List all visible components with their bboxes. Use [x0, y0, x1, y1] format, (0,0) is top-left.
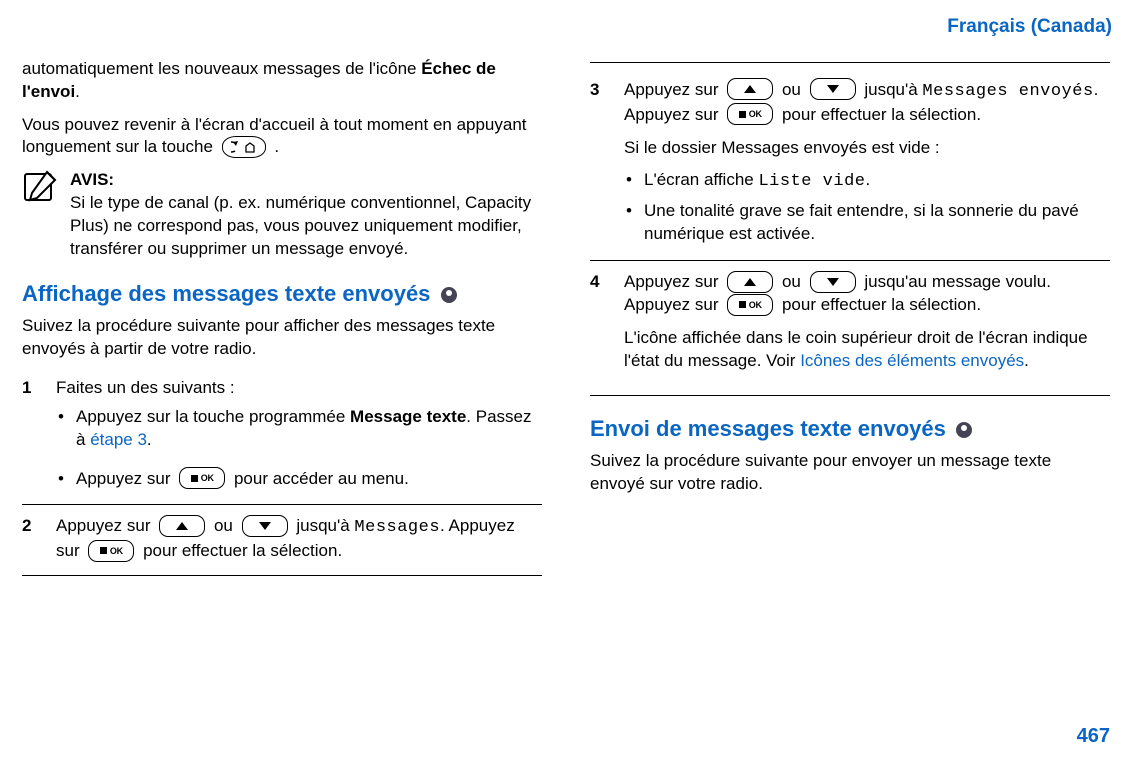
- feature-dot-icon: [956, 422, 972, 438]
- ok-key-icon: OK: [88, 540, 134, 562]
- section-lead-2: Suivez la procédure suivante pour envoye…: [590, 450, 1110, 496]
- up-key-icon: [159, 515, 205, 537]
- step-1-b1-a: Appuyez sur la touche programmée: [76, 407, 350, 426]
- step-4-b: ou: [782, 272, 806, 291]
- notice-icon: [22, 169, 58, 261]
- intro-text-1: automatiquement les nouveaux messages de…: [22, 59, 421, 78]
- notice-title: AVIS:: [70, 169, 542, 192]
- up-key-icon: [727, 271, 773, 293]
- home-key-icon: [222, 136, 266, 158]
- ok-key-icon: OK: [727, 294, 773, 316]
- ok-key-icon: OK: [179, 467, 225, 489]
- ok-key-icon: OK: [727, 103, 773, 125]
- step-1-b2-b: pour accéder au menu.: [234, 469, 409, 488]
- step-4: 4 Appuyez sur ou jusqu'au message voulu.…: [590, 260, 1110, 396]
- step-2-c: jusqu'à: [296, 516, 354, 535]
- step-4-p2-link[interactable]: Icônes des éléments envoyés: [800, 351, 1024, 370]
- step-2-a: Appuyez sur: [56, 516, 155, 535]
- step-3-number: 3: [590, 79, 612, 253]
- step-3-bullet-2: Une tonalité grave se fait entendre, si …: [624, 200, 1110, 246]
- step-1-b1-link[interactable]: étape 3: [90, 430, 147, 449]
- step-1-bullet-1: Appuyez sur la touche programmée Message…: [56, 406, 542, 452]
- step-2-target: Messages: [354, 518, 440, 537]
- step-3-bullet-1: L'écran affiche Liste vide.: [624, 169, 1110, 194]
- step-3-a: Appuyez sur: [624, 80, 723, 99]
- section-lead: Suivez la procédure suivante pour affich…: [22, 315, 542, 361]
- step-3-c: jusqu'à: [864, 80, 922, 99]
- step-2: 2 Appuyez sur ou jusqu'à Messages. Appuy…: [22, 504, 542, 576]
- step-3: 3 Appuyez sur ou jusqu'à Messages envoyé…: [590, 73, 1110, 259]
- return-home-suffix: .: [274, 137, 279, 156]
- intro-text-2: .: [75, 82, 80, 101]
- page-number: 467: [1077, 723, 1110, 750]
- step-1-number: 1: [22, 377, 44, 497]
- step-3-target: Messages envoyés: [922, 82, 1093, 101]
- step-3-bullets: L'écran affiche Liste vide. Une tonalité…: [624, 169, 1110, 246]
- step-2-number: 2: [22, 515, 44, 563]
- step-1-b1-bold: Message texte: [350, 407, 466, 426]
- step-4-number: 4: [590, 271, 612, 383]
- two-column-layout: automatiquement les nouveaux messages de…: [22, 58, 1112, 577]
- feature-dot-icon: [441, 287, 457, 303]
- step-3-b1-b: .: [865, 170, 870, 189]
- step-1-bullets: Appuyez sur la touche programmée Message…: [56, 406, 542, 491]
- step-1: 1 Faites un des suivants : Appuyez sur l…: [22, 371, 542, 503]
- down-key-icon: [810, 271, 856, 293]
- right-column: 3 Appuyez sur ou jusqu'à Messages envoyé…: [590, 58, 1110, 577]
- left-column: automatiquement les nouveaux messages de…: [22, 58, 542, 577]
- notice-body-text: Si le type de canal (p. ex. numérique co…: [70, 192, 542, 261]
- step-4-a: Appuyez sur: [624, 272, 723, 291]
- down-key-icon: [242, 515, 288, 537]
- down-key-icon: [810, 78, 856, 100]
- steps-right: 3 Appuyez sur ou jusqu'à Messages envoyé…: [590, 62, 1110, 396]
- return-home-paragraph: Vous pouvez revenir à l'écran d'accueil …: [22, 114, 542, 160]
- section-heading-send-sent: Envoi de messages texte envoyés: [590, 414, 1110, 444]
- step-1-bullet-2: Appuyez sur OK pour accéder au menu.: [56, 468, 542, 491]
- step-1-b1-c: .: [147, 430, 152, 449]
- step-3-b: ou: [782, 80, 806, 99]
- steps-left: 1 Faites un des suivants : Appuyez sur l…: [22, 371, 542, 577]
- step-4-p2-b: .: [1024, 351, 1029, 370]
- step-3-e: pour effectuer la sélection.: [782, 105, 981, 124]
- step-1-text: Faites un des suivants :: [56, 377, 542, 400]
- step-3-b1-a: L'écran affiche: [644, 170, 758, 189]
- step-3-b1-mono: Liste vide: [758, 172, 865, 191]
- step-2-b: ou: [214, 516, 238, 535]
- step-1-b2-a: Appuyez sur: [76, 469, 175, 488]
- up-key-icon: [727, 78, 773, 100]
- section-heading-view-sent: Affichage des messages texte envoyés: [22, 279, 542, 309]
- page: Français (Canada) automatiquement les no…: [0, 0, 1132, 762]
- header-language: Français (Canada): [22, 14, 1112, 40]
- step-4-d: pour effectuer la sélection.: [782, 295, 981, 314]
- notice-block: AVIS: Si le type de canal (p. ex. numéri…: [22, 169, 542, 261]
- section-heading-send-sent-text: Envoi de messages texte envoyés: [590, 416, 946, 441]
- section-heading-view-sent-text: Affichage des messages texte envoyés: [22, 281, 430, 306]
- step-3-empty-intro: Si le dossier Messages envoyés est vide …: [624, 137, 1110, 160]
- step-2-e: pour effectuer la sélection.: [143, 541, 342, 560]
- intro-paragraph: automatiquement les nouveaux messages de…: [22, 58, 542, 104]
